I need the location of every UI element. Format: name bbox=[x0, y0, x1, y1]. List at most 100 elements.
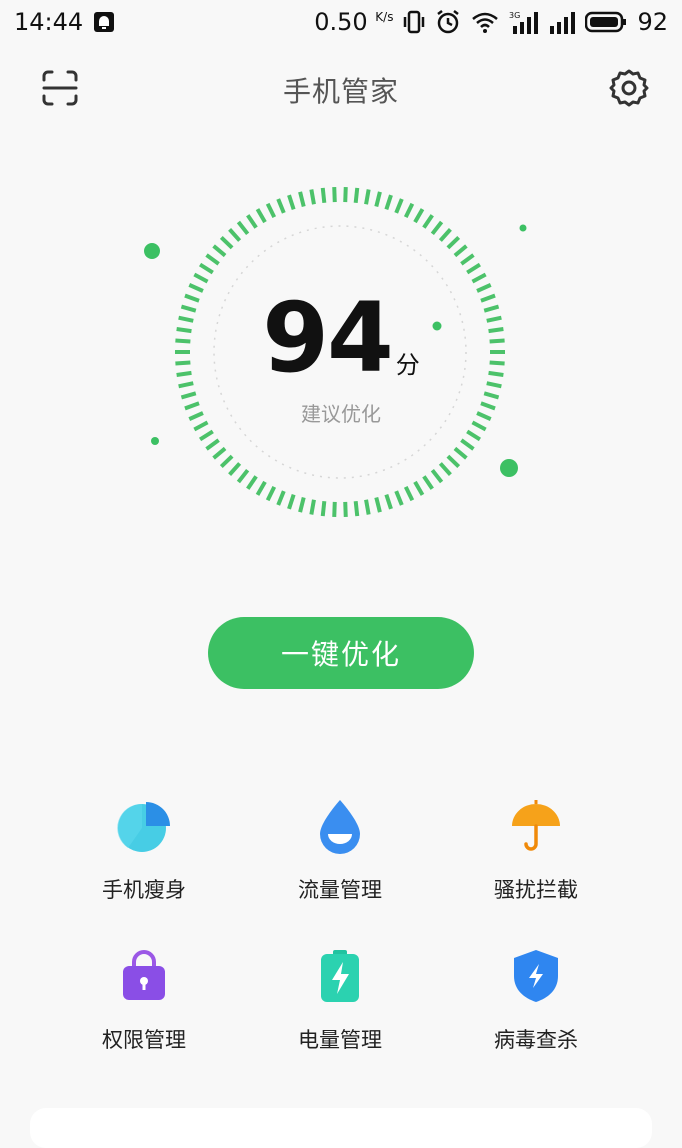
ring-tick bbox=[219, 235, 234, 250]
ring-tick bbox=[255, 480, 267, 496]
gear-icon bbox=[609, 69, 649, 107]
svg-text:3G: 3G bbox=[509, 11, 520, 20]
ring-tick bbox=[205, 438, 220, 451]
ring-tick bbox=[332, 187, 337, 203]
ring-tick bbox=[460, 253, 475, 266]
battery-level: 92 bbox=[637, 8, 668, 36]
ring-tick bbox=[413, 480, 425, 496]
ring-tick bbox=[219, 454, 234, 469]
tool-battery-management[interactable]: 电量管理 bbox=[240, 940, 440, 1060]
ring-tick bbox=[236, 468, 250, 484]
score-unit: 分 bbox=[395, 351, 420, 379]
tool-label: 电量管理 bbox=[298, 1028, 382, 1052]
tool-label: 骚扰拦截 bbox=[494, 878, 578, 902]
decor-dot bbox=[519, 224, 527, 232]
one-click-optimize-button[interactable]: 一键优化 bbox=[208, 617, 474, 689]
ring-tick bbox=[265, 202, 277, 219]
shield-icon bbox=[514, 950, 558, 1002]
bottom-card bbox=[30, 1108, 652, 1148]
ring-tick bbox=[394, 198, 404, 214]
ring-tick bbox=[246, 475, 258, 490]
ring-tick bbox=[353, 187, 360, 204]
ring-tick bbox=[298, 497, 306, 513]
ring-tick bbox=[320, 500, 327, 517]
status-bar: 14:44 0.50 K/s 3G 92 bbox=[0, 0, 682, 44]
ring-tick bbox=[180, 391, 197, 400]
ring-tick bbox=[343, 187, 348, 203]
ring-tick bbox=[287, 494, 296, 510]
lock-icon bbox=[123, 950, 165, 1000]
ring-tick bbox=[205, 253, 220, 266]
wifi-icon bbox=[471, 11, 499, 33]
water-drop-icon bbox=[320, 800, 360, 854]
ring-tick bbox=[471, 272, 487, 284]
ring-tick bbox=[199, 262, 214, 275]
decor-dot bbox=[151, 437, 159, 445]
notification-icon bbox=[93, 11, 115, 33]
tool-phone-cleanup[interactable]: 手机瘦身 bbox=[44, 790, 244, 910]
tool-label: 流量管理 bbox=[298, 878, 382, 902]
ring-tick bbox=[453, 446, 468, 460]
ring-tick bbox=[343, 501, 348, 517]
net-speed: 0.50 K/s bbox=[314, 8, 394, 36]
signal-3g-icon: 3G bbox=[509, 10, 539, 34]
ring-tick bbox=[466, 262, 481, 275]
ring-tick bbox=[309, 499, 316, 515]
score-value: 94 bbox=[262, 282, 394, 394]
ring-tick bbox=[228, 462, 242, 476]
ring-tick bbox=[394, 490, 404, 506]
ring-tick bbox=[298, 191, 306, 207]
score-advice: 建议优化 bbox=[301, 402, 381, 426]
ring-tick bbox=[309, 189, 316, 205]
ring-tick bbox=[446, 235, 461, 250]
alarm-icon bbox=[435, 9, 461, 35]
tool-virus-scan[interactable]: 病毒查杀 bbox=[436, 940, 636, 1060]
signal-icon bbox=[549, 10, 576, 34]
ring-tick bbox=[364, 189, 371, 205]
tool-harassment-block[interactable]: 骚扰拦截 bbox=[436, 790, 636, 910]
ring-tick bbox=[403, 202, 415, 219]
ring-tick bbox=[374, 191, 382, 207]
ring-tick bbox=[228, 228, 242, 242]
ring-tick bbox=[287, 194, 296, 210]
tool-permission-management[interactable]: 权限管理 bbox=[44, 940, 244, 1060]
score-display: 94 分 bbox=[0, 290, 682, 386]
vibrate-icon bbox=[403, 10, 425, 34]
app-header: 手机管家 bbox=[0, 56, 682, 120]
ring-tick bbox=[236, 220, 250, 236]
ring-tick bbox=[422, 214, 434, 229]
ring-tick bbox=[422, 475, 434, 490]
ring-tick bbox=[483, 391, 500, 400]
umbrella-icon bbox=[512, 800, 560, 851]
clock: 14:44 bbox=[14, 8, 84, 36]
settings-button[interactable] bbox=[609, 68, 649, 108]
ring-tick bbox=[212, 244, 227, 258]
ring-tick bbox=[276, 490, 286, 506]
ring-tick bbox=[199, 429, 214, 442]
battery-bolt-icon bbox=[321, 950, 359, 1002]
ring-tick bbox=[332, 501, 337, 517]
ring-tick bbox=[374, 497, 382, 513]
ring-tick bbox=[460, 438, 475, 451]
ring-tick bbox=[430, 468, 444, 484]
ring-tick bbox=[193, 272, 209, 284]
ring-tick bbox=[353, 500, 360, 517]
net-speed-unit: K/s bbox=[375, 10, 394, 24]
ring-tick bbox=[438, 462, 452, 476]
ring-tick bbox=[364, 499, 371, 515]
ring-tick bbox=[453, 244, 468, 258]
tool-label: 病毒查杀 bbox=[494, 1028, 578, 1052]
ring-tick bbox=[320, 187, 327, 204]
ring-tick bbox=[276, 198, 286, 214]
page-title: 手机管家 bbox=[282, 75, 399, 108]
tool-data-management[interactable]: 流量管理 bbox=[240, 790, 440, 910]
ring-tick bbox=[265, 485, 277, 502]
ring-tick bbox=[413, 208, 425, 224]
battery-icon bbox=[585, 11, 627, 33]
tool-label: 权限管理 bbox=[102, 1028, 186, 1052]
ring-tick bbox=[438, 228, 452, 242]
ring-tick bbox=[466, 429, 481, 442]
ring-tick bbox=[246, 214, 258, 229]
decor-dot bbox=[144, 243, 160, 259]
ring-tick bbox=[384, 194, 393, 210]
